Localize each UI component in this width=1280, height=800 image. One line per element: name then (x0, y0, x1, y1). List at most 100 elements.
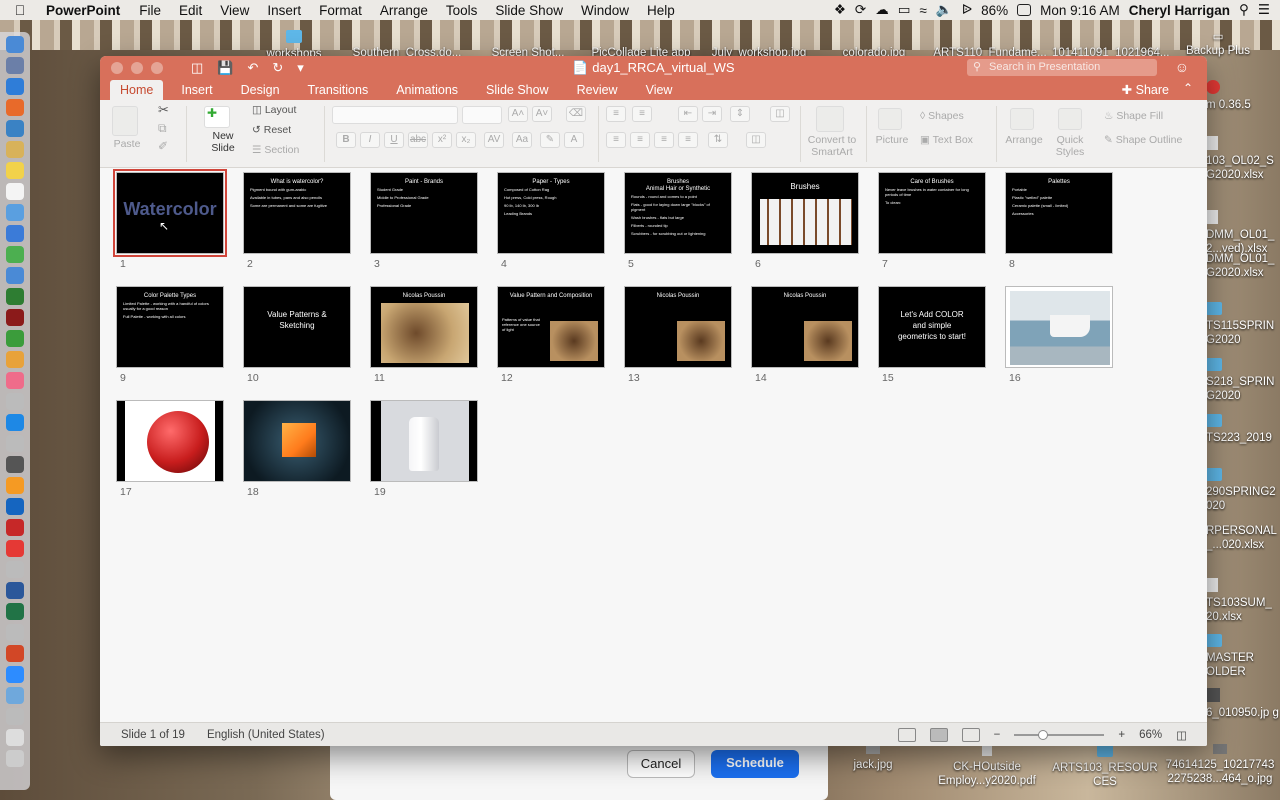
desktop-folder[interactable]: TS223_2019 (1206, 414, 1280, 445)
volume-icon[interactable]: 🔈 (936, 2, 953, 18)
shapes-button[interactable]: ◊ Shapes (920, 110, 990, 122)
tab-insert[interactable]: Insert (171, 80, 222, 100)
help-icon-2[interactable] (6, 435, 24, 452)
decrease-font-icon[interactable]: A˅ (532, 106, 552, 122)
line-spacing-icon[interactable]: ⇕ (730, 106, 750, 122)
change-case-icon[interactable]: Aa (512, 132, 532, 148)
preview-icon[interactable] (6, 120, 24, 137)
normal-view-icon[interactable] (897, 727, 916, 742)
align-text-icon[interactable]: ◫ (746, 132, 766, 148)
system-preferences-icon[interactable] (6, 456, 24, 473)
zoom-out-icon[interactable]: − (994, 729, 1001, 741)
keynote-icon[interactable] (6, 351, 24, 368)
align-left-icon[interactable]: ≡ (606, 132, 626, 148)
user-name[interactable]: Cheryl Harrigan (1129, 3, 1230, 18)
chrome-icon[interactable] (6, 246, 24, 263)
clock[interactable]: Mon 9:16 AM (1040, 3, 1120, 18)
battery-percent[interactable]: 86% (981, 3, 1008, 18)
share-button[interactable]: ✚ Share (1122, 82, 1169, 97)
slide-thumbnail[interactable]: Let's Add COLOR and simple geometrics to… (878, 286, 986, 368)
music-icon[interactable] (6, 372, 24, 389)
menu-arrange[interactable]: Arrange (371, 3, 437, 18)
presenter-view-icon[interactable] (961, 727, 980, 742)
menu-app-name[interactable]: PowerPoint (40, 3, 130, 18)
desktop-folder[interactable]: MASTER OLDER (1206, 634, 1280, 679)
word-icon[interactable] (6, 582, 24, 599)
help-icon-5[interactable] (6, 708, 24, 725)
slide-thumbnail[interactable]: Paper - Types Composed of Cotton Rag Hot p… (497, 172, 605, 254)
increase-font-icon[interactable]: A˄ (508, 106, 528, 122)
zoom-icon[interactable] (6, 666, 24, 683)
menu-edit[interactable]: Edit (170, 3, 211, 18)
desktop-folder[interactable]: 290SPRING2 020 (1206, 468, 1280, 513)
numbers-icon[interactable] (6, 288, 24, 305)
desktop-file[interactable]: jack.jpg (836, 744, 910, 772)
notes-icon[interactable] (6, 141, 24, 158)
slide-thumbnail[interactable]: What is watercolor? Pigment bound with gu… (243, 172, 351, 254)
apple-icon[interactable]:  (0, 2, 40, 18)
slide-thumbnail[interactable]: Value Patterns & Sketching (243, 286, 351, 368)
close-window-button[interactable] (111, 62, 123, 74)
text-direction-icon[interactable]: ⇅ (708, 132, 728, 148)
menu-view[interactable]: View (211, 3, 258, 18)
desktop-folder[interactable]: ARTS103_RESOUR CES (1052, 744, 1158, 789)
customize-toolbar-icon[interactable]: ▾ (297, 60, 304, 76)
slide-thumbnail[interactable]: Nicolas Poussin (624, 286, 732, 368)
menu-format[interactable]: Format (310, 3, 371, 18)
menu-window[interactable]: Window (572, 3, 638, 18)
slide-thumbnail[interactable] (116, 400, 224, 482)
slide-thumbnail[interactable]: Brushes Animal Hair or Synthetic Rounds -… (624, 172, 732, 254)
spotlight-icon[interactable]: ⚲ (1239, 2, 1249, 18)
cancel-button[interactable]: Cancel (627, 750, 695, 778)
font-name-field[interactable] (332, 106, 458, 124)
tab-slide-show[interactable]: Slide Show (476, 80, 559, 100)
powerpoint-icon[interactable] (6, 645, 24, 662)
sidebar-toggle-icon[interactable]: ◫ (191, 60, 203, 76)
clear-formatting-icon[interactable]: ⌫ (566, 106, 586, 122)
italic-icon[interactable]: I (360, 132, 380, 148)
collapse-ribbon-icon[interactable]: ⌃ (1183, 81, 1193, 95)
undo-icon[interactable]: ↶ (247, 60, 258, 76)
tab-home[interactable]: Home (110, 80, 164, 100)
canvas-icon[interactable] (6, 498, 24, 515)
slide-thumbnail[interactable]: Brushes (751, 172, 859, 254)
notification-center-icon[interactable]: ☰ (1258, 2, 1270, 18)
desktop-file[interactable]: m 0.36.5 (1206, 80, 1280, 112)
minimize-window-button[interactable] (131, 62, 143, 74)
menu-tools[interactable]: Tools (437, 3, 487, 18)
search-field[interactable]: ⚲ Search in Presentation (967, 59, 1157, 76)
desktop-drive[interactable]: ▭ Backup Plus (1180, 30, 1256, 58)
slide-thumbnail[interactable]: Nicolas Poussin (751, 286, 859, 368)
tab-transitions[interactable]: Transitions (298, 80, 379, 100)
dropbox-icon[interactable]: ❖ (834, 2, 846, 18)
finder-icon[interactable] (6, 36, 24, 53)
trash-icon[interactable] (6, 750, 24, 767)
columns-icon[interactable]: ◫ (770, 106, 790, 122)
numbering-icon[interactable]: ≡ (632, 106, 652, 122)
tab-animations[interactable]: Animations (386, 80, 468, 100)
documents-icon[interactable] (6, 729, 24, 746)
mail-icon[interactable] (6, 225, 24, 242)
picture-button[interactable]: Picture (872, 134, 912, 146)
display-icon[interactable]: ▭ (898, 2, 911, 18)
safari-icon[interactable] (6, 78, 24, 95)
desktop-file[interactable]: DMM_OL01_ 2...ved).xlsx (1206, 210, 1280, 256)
reset-button[interactable]: ↺ Reset (252, 124, 312, 136)
zoom-level[interactable]: 66% (1139, 729, 1162, 741)
superscript-icon[interactable]: x² (432, 132, 452, 148)
justify-icon[interactable]: ≡ (678, 132, 698, 148)
slide-thumbnail[interactable]: Watercolor ↖ (113, 169, 227, 257)
slide-thumbnail[interactable]: Color Palette Types Limited Palette - wor… (116, 286, 224, 368)
slide-thumbnail[interactable]: Palettes Portable Plastic "welled" palette… (1005, 172, 1113, 254)
tab-view[interactable]: View (636, 80, 683, 100)
desktop-file[interactable]: CK-HOutside Employ...y2020.pdf (924, 744, 1050, 788)
tab-design[interactable]: Design (231, 80, 290, 100)
slide-thumbnail[interactable]: Paint - Brands Student Grade Middle to Pro… (370, 172, 478, 254)
shape-outline-button[interactable]: ✎ Shape Outline (1104, 134, 1204, 146)
slide-thumbnail[interactable] (243, 400, 351, 482)
zoom-slider-thumb[interactable] (1038, 729, 1049, 740)
new-slide-button[interactable]: New Slide (200, 130, 246, 154)
zoom-slider[interactable] (1014, 729, 1105, 740)
sync-icon[interactable]: ⟳ (855, 2, 866, 18)
quick-styles-button[interactable]: Quick Styles (1050, 134, 1090, 158)
